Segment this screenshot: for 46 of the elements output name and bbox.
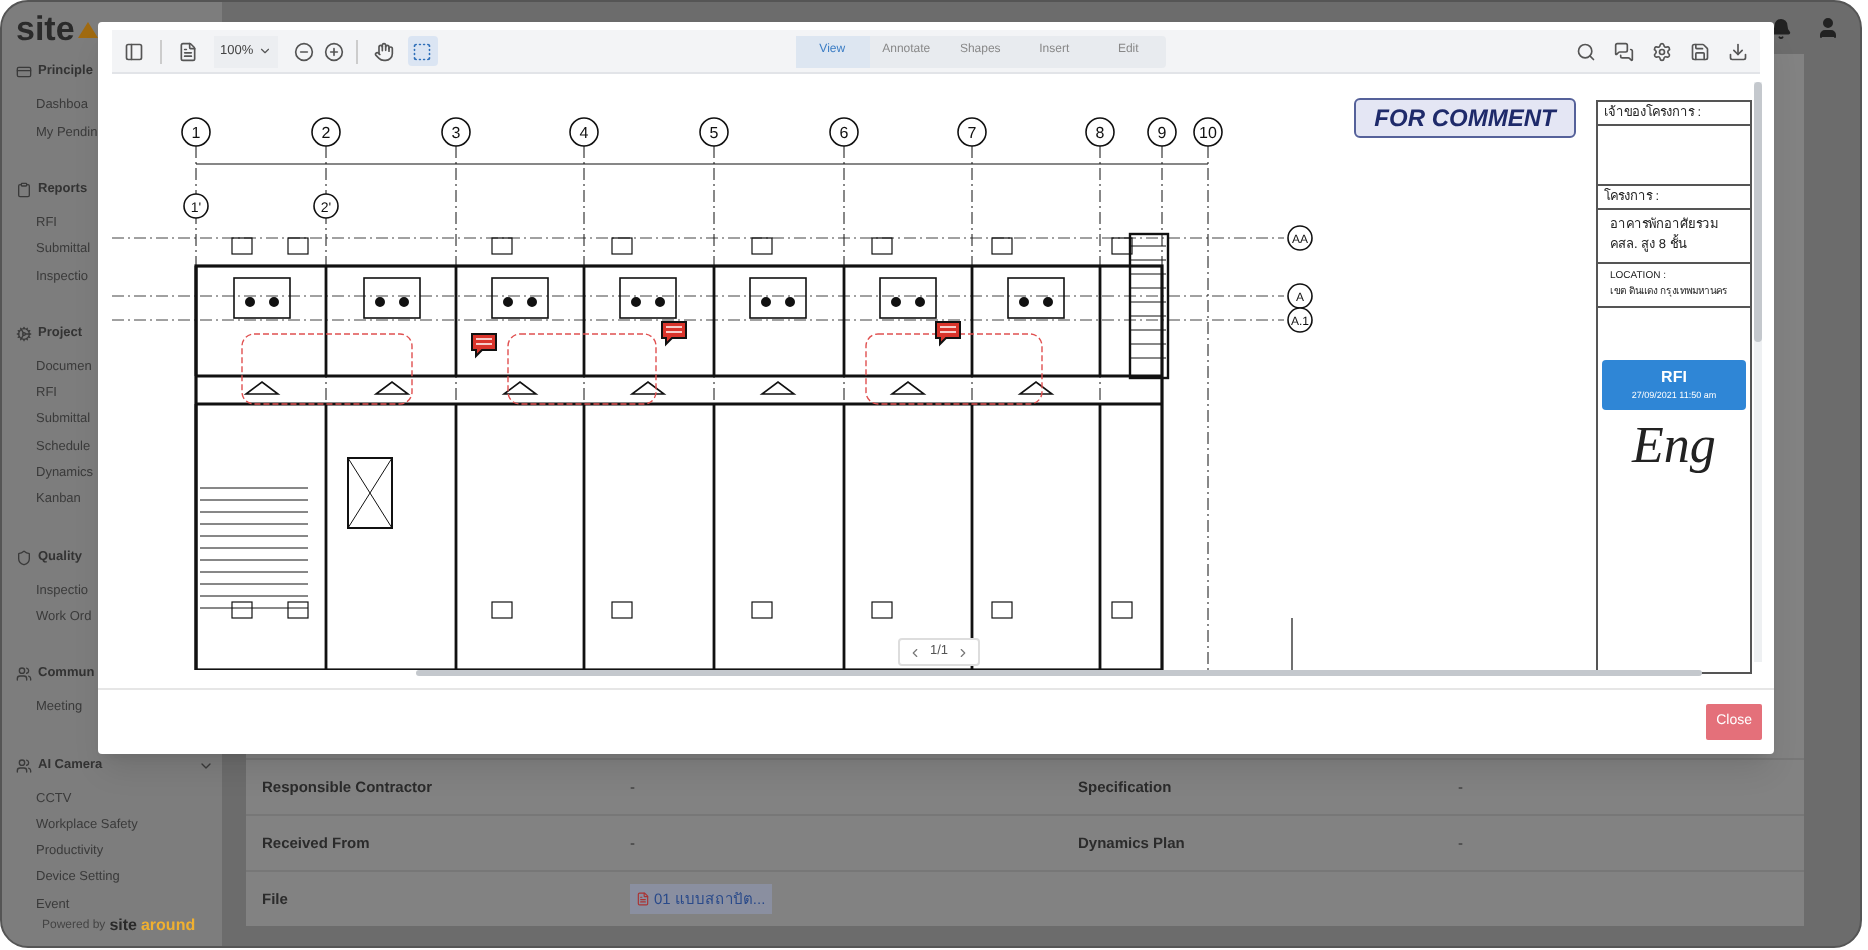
logo-text: site (16, 12, 75, 47)
zoom-out-icon[interactable] (293, 41, 314, 61)
notification-bell-icon[interactable] (1770, 17, 1792, 39)
shield-icon (16, 549, 32, 566)
card-icon (16, 64, 32, 81)
download-icon[interactable] (1728, 41, 1748, 61)
user-icon[interactable] (1816, 16, 1840, 40)
zoom-in-icon[interactable] (323, 41, 344, 61)
caret-icon (257, 44, 272, 58)
logo-mark-icon (78, 21, 99, 38)
search-icon[interactable] (1576, 41, 1596, 61)
brand-accent-text: around (140, 918, 196, 934)
gear-icon (16, 325, 32, 342)
next-page-icon[interactable] (956, 645, 971, 659)
grid-bubble: 1 (181, 117, 211, 147)
grid-bubble: 5 (699, 117, 729, 147)
grid-bubble: 3 (441, 117, 471, 147)
comment-icon[interactable] (935, 321, 961, 347)
file-icon (636, 892, 650, 906)
grid-bubble: 7 (957, 117, 987, 147)
hand-icon (374, 41, 395, 61)
comments-icon[interactable] (1614, 41, 1634, 61)
people-icon (16, 666, 32, 683)
selection-icon (412, 41, 433, 61)
sidebar-toggle-icon[interactable] (124, 41, 144, 61)
file-icon[interactable] (178, 41, 198, 61)
comment-icon[interactable] (471, 333, 497, 359)
clipboard-icon (16, 181, 32, 198)
grid-bubble: 8 (1085, 117, 1115, 147)
grid-bubble: 10 (1193, 117, 1223, 147)
grid-bubble: 9 (1147, 117, 1177, 147)
grid-bubble: 2 (311, 117, 341, 147)
brand-text: site (109, 918, 137, 934)
previous-page-icon[interactable] (908, 645, 922, 659)
grid-bubble: 4 (569, 117, 599, 147)
selection-tool-button[interactable] (407, 36, 438, 66)
settings-icon[interactable] (1652, 41, 1672, 61)
comment-icon[interactable] (661, 321, 687, 347)
signature-text: Eng (1632, 414, 1716, 478)
grid-bubble: 6 (829, 117, 859, 147)
horizontal-scrollbar[interactable] (416, 670, 1702, 676)
save-icon[interactable] (1690, 41, 1710, 61)
rfi-stamp-title: RFI (1661, 368, 1687, 388)
people-icon (16, 757, 32, 774)
vertical-scrollbar[interactable] (1754, 82, 1762, 662)
for-comment-stamp: FOR COMMENT (1354, 98, 1576, 138)
